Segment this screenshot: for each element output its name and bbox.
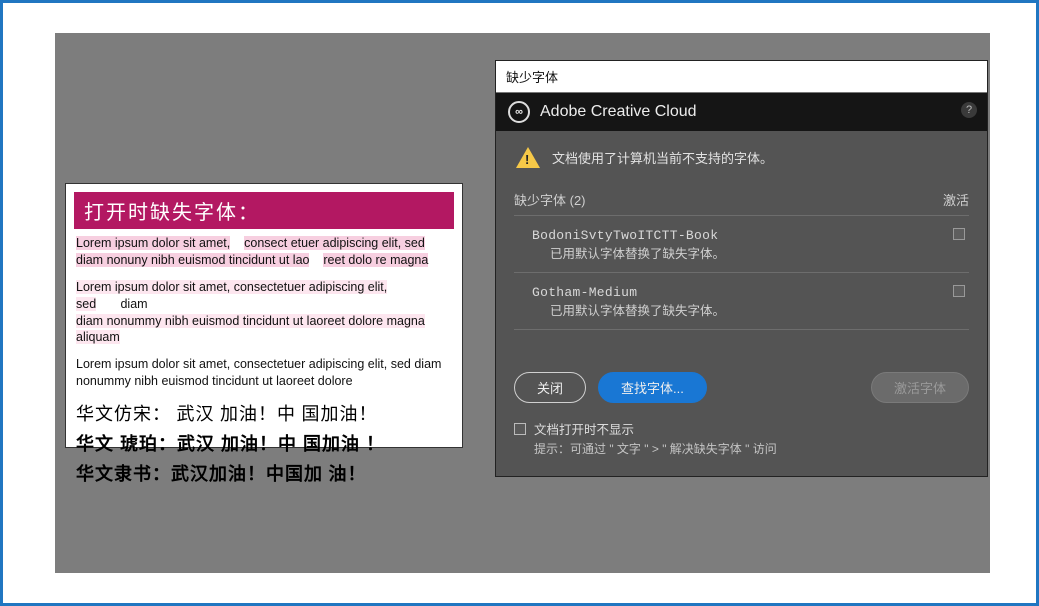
warning-text: 文档使用了计算机当前不支持的字体。 <box>552 148 773 167</box>
cjk-line-3: 华文隶书：武汉加油！中国加 油！ <box>76 460 452 486</box>
dialog-title: 缺少字体 <box>496 61 987 93</box>
activate-checkbox[interactable] <box>953 228 965 240</box>
help-icon[interactable]: ? <box>961 102 977 118</box>
button-row: 关闭 查找字体... 激活字体 <box>514 372 969 403</box>
cc-brand-label: Adobe Creative Cloud <box>540 103 697 121</box>
font-name: Gotham-Medium <box>532 285 969 300</box>
font-list-header: 缺少字体 (2) 激活 <box>514 190 969 209</box>
hint-text: 提示：可通过 " 文字 " > " 解决缺失字体 " 访问 <box>534 440 777 458</box>
dont-show-checkbox[interactable] <box>514 423 526 435</box>
doc-para-1: Lorem ipsum dolor sit amet, consect etue… <box>76 235 452 269</box>
activate-checkbox[interactable] <box>953 285 965 297</box>
find-font-button[interactable]: 查找字体... <box>598 372 707 403</box>
cjk-line-2: 华文 琥珀：武汉 加油！中 国加油 ！ <box>76 430 452 456</box>
workspace: 打开时缺失字体： Lorem ipsum dolor sit amet, con… <box>55 33 990 573</box>
font-sub: 已用默认字体替换了缺失字体。 <box>532 243 969 262</box>
font-name: BodoniSvtyTwoITCTT-Book <box>532 228 969 243</box>
divider <box>514 215 969 216</box>
close-button[interactable]: 关闭 <box>514 372 586 403</box>
creative-cloud-logo-icon: ∞ <box>508 101 530 123</box>
font-list-item: BodoniSvtyTwoITCTT-Book 已用默认字体替换了缺失字体。 <box>514 222 969 268</box>
warning-row: 文档使用了计算机当前不支持的字体。 <box>514 147 969 168</box>
doc-title: 打开时缺失字体： <box>74 192 454 229</box>
dialog-body: 文档使用了计算机当前不支持的字体。 缺少字体 (2) 激活 BodoniSvty… <box>496 131 987 476</box>
creative-cloud-header: ∞ Adobe Creative Cloud ? <box>496 93 987 131</box>
warning-icon <box>516 147 540 168</box>
divider <box>514 329 969 330</box>
dont-show-label: 文档打开时不显示 <box>534 421 777 440</box>
font-sub: 已用默认字体替换了缺失字体。 <box>532 300 969 319</box>
activate-fonts-button: 激活字体 <box>871 372 969 403</box>
document-preview: 打开时缺失字体： Lorem ipsum dolor sit amet, con… <box>65 183 463 448</box>
missing-fonts-dialog: 缺少字体 ∞ Adobe Creative Cloud ? 文档使用了计算机当前… <box>495 60 988 477</box>
divider <box>514 272 969 273</box>
doc-para-3: Lorem ipsum dolor sit amet, consectetuer… <box>76 356 452 390</box>
dont-show-row: 文档打开时不显示 提示：可通过 " 文字 " > " 解决缺失字体 " 访问 <box>514 421 969 458</box>
cjk-line-1: 华文仿宋： 武汉 加油！中 国加油！ <box>76 400 452 426</box>
doc-para-2: Lorem ipsum dolor sit amet, consectetuer… <box>76 279 452 347</box>
font-list-item: Gotham-Medium 已用默认字体替换了缺失字体。 <box>514 279 969 325</box>
